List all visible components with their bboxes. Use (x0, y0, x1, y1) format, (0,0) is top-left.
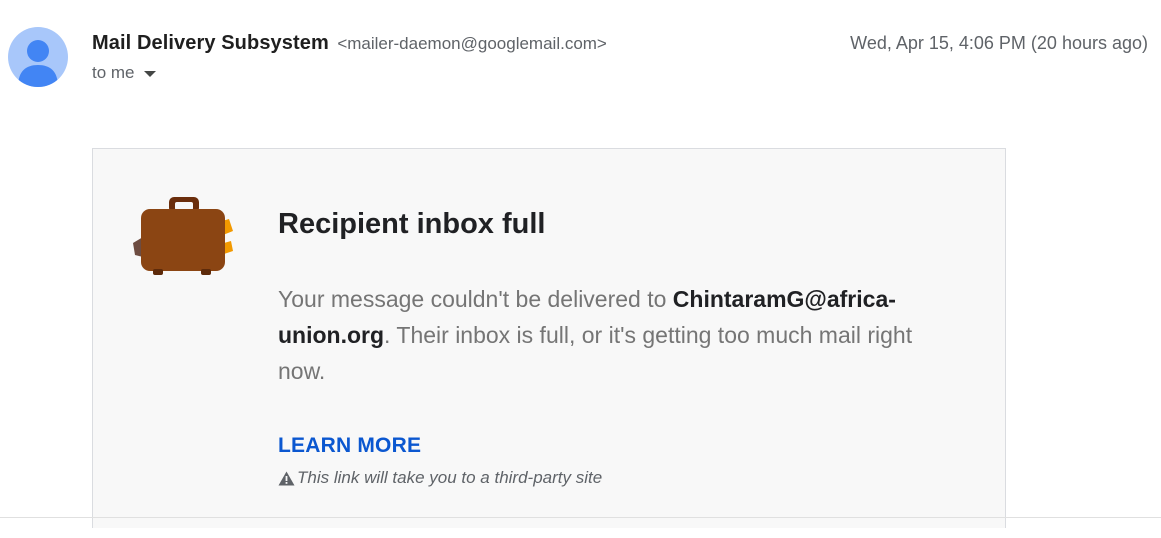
sender-avatar[interactable] (8, 27, 68, 87)
sender-name[interactable]: Mail Delivery Subsystem (92, 32, 329, 54)
third-party-disclaimer: This link will take you to a third-party… (278, 467, 602, 489)
chevron-down-icon (143, 70, 156, 77)
suitcase-icon (133, 197, 233, 275)
sender-line: Mail Delivery Subsystem <mailer-daemon@g… (92, 32, 607, 56)
sender-email: <mailer-daemon@googlemail.com> (337, 34, 607, 53)
recipients-toggle[interactable]: to me (92, 62, 156, 84)
divider (0, 517, 1161, 518)
message-date: Wed, Apr 15, 4:06 PM (20 hours ago) (850, 33, 1148, 53)
warning-icon (278, 471, 295, 485)
delivery-status-card: Recipient inbox full Your message couldn… (92, 148, 1006, 528)
disclaimer-text: This link will take you to a third-party… (297, 468, 603, 487)
email-message: Mail Delivery Subsystem <mailer-daemon@g… (0, 0, 1161, 538)
card-message: Your message couldn't be delivered to Ch… (278, 281, 958, 389)
to-label: to me (92, 63, 135, 82)
card-title: Recipient inbox full (278, 208, 546, 240)
learn-more-link[interactable]: LEARN MORE (278, 433, 421, 459)
person-icon (18, 40, 58, 87)
message-prefix: Your message couldn't be delivered to (278, 286, 673, 312)
